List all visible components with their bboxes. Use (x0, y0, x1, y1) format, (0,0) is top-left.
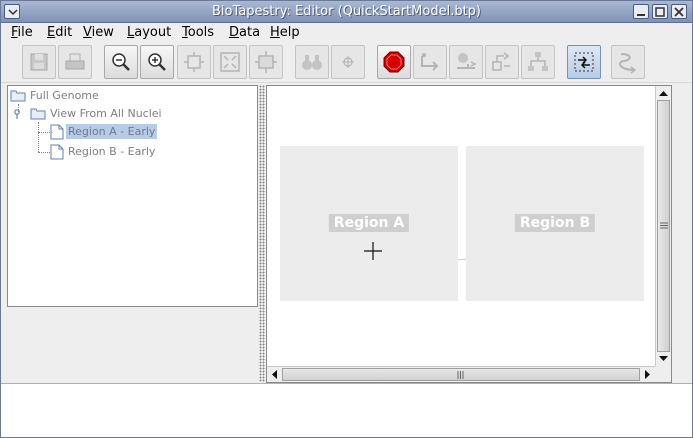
zoom-to-all-icon (220, 52, 240, 72)
search-button[interactable] (295, 45, 329, 79)
add-node-icon (492, 52, 510, 71)
scroll-right-arrow-icon[interactable] (644, 370, 651, 379)
toolbar (1, 43, 692, 83)
region-label-b: Region B (514, 214, 596, 232)
window-title: BioTapestry: Editor (QuickStartModel.btp… (212, 4, 481, 19)
vertical-scrollbar[interactable] (655, 86, 671, 366)
maximize-icon (655, 7, 665, 17)
tree-node-view-from-all-nuclei[interactable]: View From All Nuclei (10, 106, 164, 122)
crosshair-cursor-icon (364, 242, 382, 260)
add-gene-button[interactable] (449, 45, 483, 79)
zoom-in-icon (148, 53, 166, 71)
center-button[interactable] (331, 45, 365, 79)
stop-sign-icon (383, 51, 405, 73)
zoom-out-button[interactable] (104, 45, 138, 79)
menu-bar: File Edit View Layout Tools Data Help (1, 23, 692, 43)
scroll-left-arrow-icon[interactable] (271, 370, 278, 379)
menu-tools[interactable]: Tools (182, 25, 214, 40)
document-icon (50, 124, 64, 140)
region-box-b[interactable]: Region B (466, 146, 644, 301)
folder-icon (30, 108, 46, 120)
printer-icon (65, 53, 85, 70)
editor-window: BioTapestry: Editor (QuickStartModel.btp… (0, 0, 693, 438)
binoculars-icon (302, 55, 322, 70)
scrollbar-corner (655, 366, 671, 382)
model-tree[interactable]: Full Genome View From All Nuclei Region … (7, 85, 258, 307)
save-button[interactable] (22, 45, 56, 79)
folder-icon (10, 90, 26, 102)
cancel-button[interactable] (377, 45, 411, 79)
select-mode-button[interactable] (567, 45, 601, 79)
zoom-to-all-button[interactable] (213, 45, 247, 79)
print-button[interactable] (58, 45, 92, 79)
tree-node-full-genome[interactable]: Full Genome (10, 88, 101, 104)
menu-help[interactable]: Help (270, 25, 300, 40)
minimize-button[interactable] (633, 4, 649, 19)
maximize-button[interactable] (652, 4, 668, 19)
zoom-in-button[interactable] (140, 45, 174, 79)
horizontal-scrollbar[interactable] (267, 366, 655, 382)
zoom-to-selection-icon (255, 51, 277, 73)
tree-layout-icon (528, 52, 548, 71)
zoom-out-icon (112, 53, 130, 71)
squiggle-icon (618, 53, 637, 74)
split-pane-divider[interactable] (259, 85, 265, 382)
grip-icon (660, 222, 668, 229)
layout-tree-button[interactable] (521, 45, 555, 79)
zoom-to-selection-button[interactable] (249, 45, 283, 79)
add-link-button[interactable] (413, 45, 447, 79)
crosshair-icon (342, 56, 354, 68)
relink-button[interactable] (611, 45, 645, 79)
tree-node-region-b-early[interactable]: Region B - Early (50, 144, 157, 160)
model-tree-panel: Full Genome View From All Nuclei Region … (5, 85, 258, 382)
close-button[interactable] (671, 4, 687, 19)
menu-data[interactable]: Data (229, 25, 260, 40)
network-canvas[interactable]: Region A Region B (267, 86, 655, 366)
add-link-icon (421, 53, 439, 71)
menu-layout[interactable]: Layout (127, 25, 171, 40)
scroll-down-arrow-icon[interactable] (659, 355, 668, 362)
tree-node-region-a-early[interactable]: Region A - Early (50, 124, 158, 140)
horizontal-scroll-thumb[interactable] (282, 368, 640, 381)
vertical-scroll-thumb[interactable] (657, 100, 670, 352)
tree-connector (38, 152, 50, 153)
network-canvas-panel: Region A Region B (266, 85, 672, 383)
floppy-disk-icon (30, 53, 48, 71)
document-icon (50, 144, 64, 160)
menu-view[interactable]: View (83, 25, 114, 40)
expand-handle-icon (14, 109, 20, 119)
zoom-to-model-button[interactable] (177, 45, 211, 79)
add-gene-icon (457, 53, 477, 69)
region-link (458, 259, 466, 260)
scroll-up-arrow-icon[interactable] (659, 90, 668, 97)
region-box-a[interactable]: Region A (280, 146, 458, 301)
menu-edit[interactable]: Edit (47, 25, 72, 40)
region-label-a: Region A (328, 214, 410, 232)
title-bar[interactable]: BioTapestry: Editor (QuickStartModel.btp… (1, 1, 692, 23)
message-panel (1, 383, 692, 437)
minimize-icon (637, 14, 645, 16)
close-icon (674, 7, 684, 17)
grip-icon (457, 371, 464, 379)
tree-connector (38, 122, 39, 152)
select-mode-icon (574, 52, 594, 72)
add-node-button[interactable] (485, 45, 519, 79)
tree-connector (38, 132, 50, 133)
menu-file[interactable]: File (11, 25, 33, 40)
zoom-to-model-icon (184, 52, 204, 72)
